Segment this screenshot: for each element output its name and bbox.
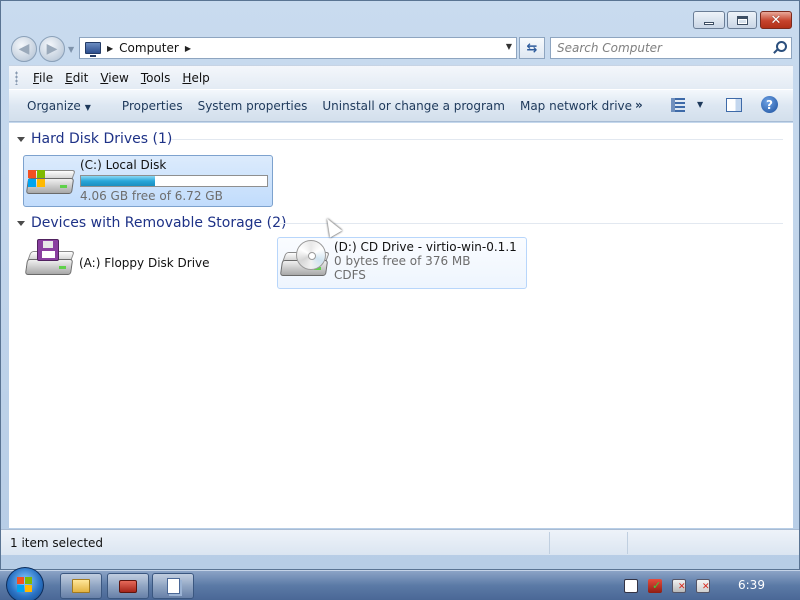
more-commands-button[interactable]: »	[635, 98, 643, 112]
group-divider	[279, 223, 783, 224]
refresh-icon: ⇆	[526, 40, 538, 56]
disk-usage-bar	[80, 175, 268, 187]
floppy-disk-icon	[37, 239, 59, 261]
cd-disc-icon	[296, 240, 326, 270]
address-dropdown-icon[interactable]: ▼	[506, 42, 512, 51]
document-icon	[166, 578, 180, 594]
cd-drive-icon	[278, 238, 330, 284]
toolbox-icon	[119, 579, 137, 593]
collapse-triangle-icon[interactable]	[17, 136, 25, 142]
title-bar[interactable]: ✕	[1, 1, 799, 33]
menu-file[interactable]: File	[27, 71, 59, 85]
security-shield-icon[interactable]	[648, 579, 662, 593]
back-arrow-icon: ◀	[18, 41, 30, 57]
status-text: 1 item selected	[10, 535, 104, 550]
drive-d-item[interactable]: (D:) CD Drive - virtio-win-0.1.1 0 bytes…	[277, 237, 527, 289]
map-network-drive-button[interactable]: Map network drive	[520, 99, 647, 113]
collapse-triangle-icon[interactable]	[17, 220, 25, 226]
menu-grip-icon	[15, 71, 18, 85]
system-tray: 6:39	[600, 571, 800, 600]
explorer-window: ✕ ◀ ▶ ▼ ▶ Computer ▶ ▼ ⇆ File Edit View …	[0, 0, 800, 570]
minimize-button[interactable]	[693, 11, 725, 29]
close-icon: ✕	[770, 12, 782, 28]
help-icon[interactable]: ?	[761, 96, 778, 113]
breadcrumb-chevron-icon[interactable]: ▶	[107, 44, 113, 53]
volume-muted-icon[interactable]	[696, 579, 710, 593]
organize-label: Organize	[27, 98, 81, 113]
recent-pages-dropdown[interactable]: ▼	[68, 45, 74, 54]
drive-free-space: 4.06 GB free of 6.72 GB	[80, 189, 223, 203]
computer-icon	[85, 42, 101, 57]
group-label: Hard Disk Drives (1)	[31, 131, 173, 147]
taskbar-toolbox-button[interactable]	[107, 573, 149, 599]
breadcrumb-chevron-icon[interactable]: ▶	[185, 44, 191, 53]
taskbar-explorer-button[interactable]	[60, 573, 102, 599]
search-icon[interactable]	[771, 40, 787, 56]
network-disconnected-icon[interactable]	[672, 579, 686, 593]
organize-button[interactable]: Organize ▼	[27, 99, 106, 113]
refresh-button[interactable]: ⇆	[519, 37, 545, 59]
search-box[interactable]	[550, 37, 792, 59]
drive-filesystem: CDFS	[334, 268, 366, 282]
view-options-dropdown-icon[interactable]: ▼	[697, 100, 703, 109]
properties-button[interactable]: Properties	[122, 99, 198, 113]
content-pane: Hard Disk Drives (1) (C:) Local Disk 4.0…	[9, 123, 793, 528]
drive-a-item[interactable]: (A:) Floppy Disk Drive	[23, 237, 273, 289]
drive-name: (D:) CD Drive - virtio-win-0.1.1	[334, 240, 517, 254]
group-label: Devices with Removable Storage (2)	[31, 215, 287, 231]
menu-view[interactable]: View	[94, 71, 134, 85]
taskbar-document-button[interactable]	[152, 573, 194, 599]
maximize-button[interactable]	[727, 11, 757, 29]
status-divider	[627, 532, 628, 554]
action-center-icon[interactable]	[624, 579, 638, 593]
system-properties-button[interactable]: System properties	[198, 99, 323, 113]
hard-disk-icon	[24, 156, 76, 202]
group-header-removable[interactable]: Devices with Removable Storage (2)	[9, 213, 793, 233]
forward-arrow-icon: ▶	[46, 41, 58, 57]
close-button[interactable]: ✕	[760, 11, 792, 29]
chevron-down-icon: ▼	[84, 102, 91, 112]
folder-icon	[72, 579, 90, 593]
drive-c-item[interactable]: (C:) Local Disk 4.06 GB free of 6.72 GB	[23, 155, 273, 207]
status-divider	[549, 532, 550, 554]
drive-name: (C:) Local Disk	[80, 158, 167, 172]
windows-logo-icon	[17, 577, 33, 593]
start-button[interactable]	[6, 567, 44, 600]
minimize-icon	[704, 21, 714, 25]
address-bar[interactable]: ▶ Computer ▶ ▼	[79, 37, 517, 59]
menu-tools[interactable]: Tools	[135, 71, 177, 85]
forward-button[interactable]: ▶	[39, 36, 65, 62]
group-header-hard-disk[interactable]: Hard Disk Drives (1)	[9, 129, 793, 149]
search-input[interactable]	[557, 39, 771, 57]
drive-name: (A:) Floppy Disk Drive	[79, 256, 210, 270]
maximize-icon	[736, 15, 748, 25]
windows-logo-icon	[28, 170, 46, 188]
back-button[interactable]: ◀	[11, 36, 37, 62]
taskbar: 6:39	[0, 567, 800, 600]
menu-bar: File Edit View Tools Help	[9, 65, 793, 89]
breadcrumb-computer[interactable]: Computer	[119, 41, 179, 55]
status-bar: 1 item selected	[1, 529, 799, 555]
floppy-drive-icon	[23, 237, 75, 283]
group-divider	[171, 139, 783, 140]
change-view-icon[interactable]	[671, 98, 685, 112]
drive-free-space: 0 bytes free of 376 MB	[334, 254, 471, 268]
menu-edit[interactable]: Edit	[59, 71, 94, 85]
disk-usage-fill	[81, 176, 156, 186]
uninstall-program-button[interactable]: Uninstall or change a program	[322, 99, 520, 113]
preview-pane-icon[interactable]	[726, 98, 742, 112]
clock[interactable]: 6:39	[738, 578, 765, 592]
command-bar: Organize ▼ Properties System properties U…	[9, 89, 793, 122]
menu-help[interactable]: Help	[176, 71, 215, 85]
